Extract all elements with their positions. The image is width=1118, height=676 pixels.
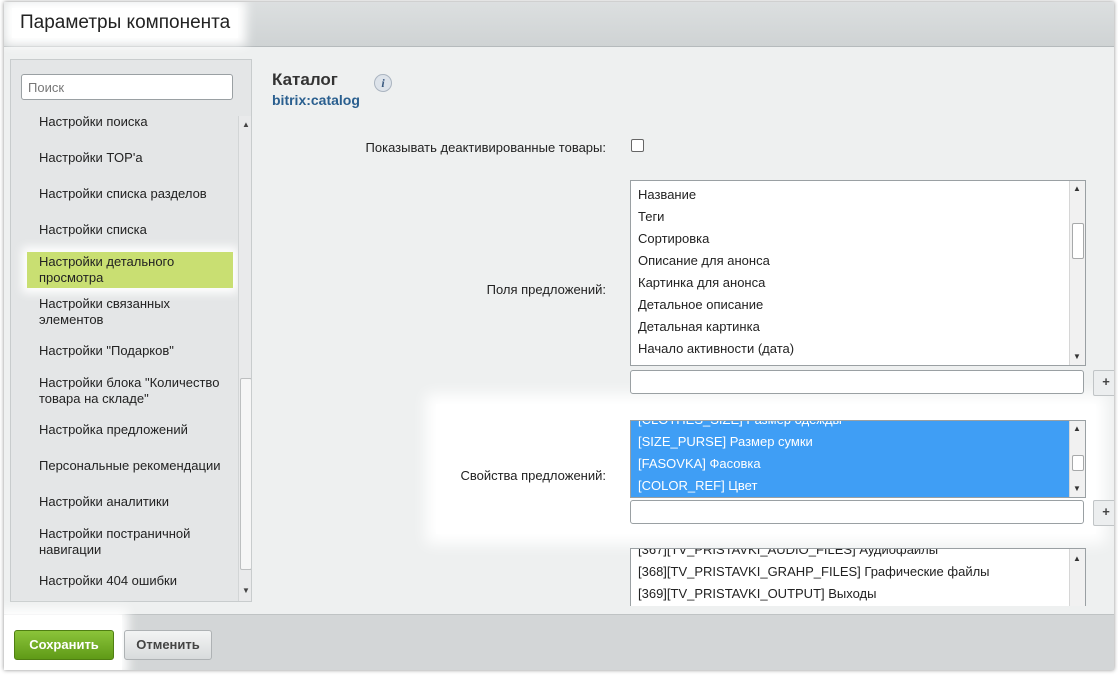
component-title: Каталог <box>272 70 338 89</box>
sidebar-item-list-settings[interactable]: Настройки списка <box>39 222 229 238</box>
settings-content: Каталог i bitrix:catalog Показывать деак… <box>256 54 1114 606</box>
offer-fields-label: Поля предложений: <box>486 282 606 297</box>
sidebar-nav: Настройки поиска Настройки TOP'а Настрой… <box>11 60 237 601</box>
offer-fields-input[interactable] <box>630 370 1084 394</box>
list-item[interactable]: [FASOVKA] Фасовка <box>631 453 1078 475</box>
offer-props-input[interactable] <box>630 500 1084 524</box>
sidebar-item-offers-settings[interactable]: Настройка предложений <box>39 422 229 438</box>
list-item[interactable]: Детальное описание <box>631 294 1078 316</box>
sidebar-item-gifts-settings[interactable]: Настройки "Подарков" <box>39 343 229 359</box>
scroll-up-icon[interactable]: ▲ <box>1073 184 1081 193</box>
sidebar-item-stock-quantity-settings[interactable]: Настройки блока "Количество товара на ск… <box>39 375 229 407</box>
component-code: bitrix:catalog <box>272 92 360 108</box>
list-item[interactable]: Название <box>631 184 1078 206</box>
dialog-footer: Сохранить Отменить <box>4 614 1114 670</box>
list-item[interactable]: Картинка для анонса <box>631 272 1078 294</box>
sidebar: Настройки поиска Настройки TOP'а Настрой… <box>10 59 252 602</box>
offer-fields-scroll-thumb[interactable] <box>1072 223 1084 259</box>
list-item[interactable]: [COLOR_REF] Цвет <box>631 475 1078 497</box>
offer-props-add-button[interactable]: + <box>1093 500 1114 526</box>
offer-fields-add-button[interactable]: + <box>1093 370 1114 396</box>
sidebar-scroll-thumb[interactable] <box>240 378 251 570</box>
properties-scrollbar[interactable]: ▲ <box>1069 549 1085 606</box>
list-item[interactable]: [369][TV_PRISTAVKI_OUTPUT] Выходы <box>631 583 1078 605</box>
show-deactivated-label: Показывать деактивированные товары: <box>365 140 606 155</box>
list-item[interactable]: [367][TV_PRISTAVKI_AUDIO_FILES] Аудиофай… <box>631 549 1078 561</box>
sidebar-item-related-elements-settings[interactable]: Настройки связанных элементов <box>39 296 229 328</box>
offer-props-scroll-thumb[interactable] <box>1072 455 1084 471</box>
offer-fields-listbox[interactable]: Название Теги Сортировка Описание для ан… <box>630 180 1086 366</box>
list-item[interactable]: Детальная картинка <box>631 316 1078 338</box>
sidebar-item-section-list-settings[interactable]: Настройки списка разделов <box>39 186 229 202</box>
scroll-up-icon[interactable]: ▲ <box>1073 424 1081 433</box>
save-button[interactable]: Сохранить <box>14 630 114 660</box>
component-parameters-dialog: Параметры компонента Настройки поиска На… <box>4 2 1114 670</box>
dialog-titlebar: Параметры компонента <box>4 2 1114 47</box>
sidebar-item-pagination-settings[interactable]: Настройки постраничной навигации <box>39 526 229 558</box>
scroll-down-icon[interactable]: ▼ <box>1073 484 1081 493</box>
info-icon[interactable]: i <box>374 74 392 92</box>
sidebar-item-top-settings[interactable]: Настройки TOP'а <box>39 150 229 166</box>
scroll-down-icon[interactable]: ▼ <box>242 586 250 596</box>
scroll-up-icon[interactable]: ▲ <box>1073 554 1081 563</box>
sidebar-item-personal-recommendations[interactable]: Персональные рекомендации <box>39 458 229 474</box>
list-item[interactable]: Начало активности (дата) <box>631 338 1078 360</box>
scroll-down-icon[interactable]: ▼ <box>1073 352 1081 361</box>
sidebar-item-detail-view-settings[interactable]: Настройки детального просмотра <box>27 252 233 288</box>
sidebar-item-analytics-settings[interactable]: Настройки аналитики <box>39 494 229 510</box>
scroll-up-icon[interactable]: ▲ <box>242 120 250 130</box>
sidebar-scrollbar[interactable]: ▲ ▼ <box>238 116 251 601</box>
offer-fields-scrollbar[interactable]: ▲ ▼ <box>1069 181 1085 365</box>
show-deactivated-checkbox[interactable] <box>631 139 644 152</box>
cancel-button[interactable]: Отменить <box>124 630 212 660</box>
dialog-title: Параметры компонента <box>12 8 239 38</box>
sidebar-item-search-settings[interactable]: Настройки поиска <box>39 114 229 130</box>
list-item[interactable]: [CLOTHES_SIZE] Размер одежды <box>631 421 1078 431</box>
offer-props-listbox[interactable]: [CLOTHES_SIZE] Размер одежды [SIZE_PURSE… <box>630 420 1086 498</box>
list-item[interactable]: [SIZE_PURSE] Размер сумки <box>631 431 1078 453</box>
offer-props-scrollbar[interactable]: ▲ ▼ <box>1069 421 1085 497</box>
offer-props-label: Свойства предложений: <box>460 468 606 483</box>
list-item[interactable]: [368][TV_PRISTAVKI_GRAHP_FILES] Графичес… <box>631 561 1078 583</box>
sidebar-item-404-settings[interactable]: Настройки 404 ошибки <box>39 573 229 589</box>
list-item[interactable]: Сортировка <box>631 228 1078 250</box>
list-item[interactable]: Описание для анонса <box>631 250 1078 272</box>
properties-listbox[interactable]: [367][TV_PRISTAVKI_AUDIO_FILES] Аудиофай… <box>630 548 1086 606</box>
list-item[interactable]: Теги <box>631 206 1078 228</box>
